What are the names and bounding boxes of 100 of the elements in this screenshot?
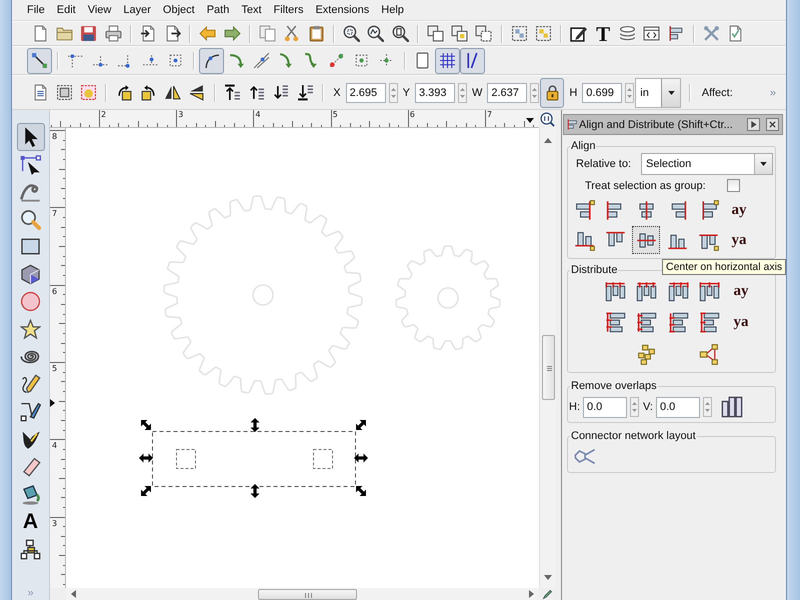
dashed-square[interactable] [176, 449, 196, 469]
menu-item[interactable]: Text [235, 4, 268, 16]
menu-item[interactable]: View [82, 4, 118, 16]
menu-item[interactable]: Extensions [309, 4, 376, 16]
network-graph-icon[interactable] [574, 448, 596, 465]
number-field[interactable]: 0.0 [583, 396, 627, 418]
dashed-frame-icon[interactable] [510, 25, 528, 42]
spaced-rows-icon[interactable] [604, 312, 626, 333]
diagonal-arrow-icon[interactable] [141, 420, 151, 430]
dashed-frame-icon[interactable] [56, 84, 73, 101]
blank-page-icon[interactable] [32, 25, 49, 42]
page-checkmark-icon[interactable] [727, 25, 744, 42]
align-button[interactable]: ay [725, 196, 753, 224]
scroll-down-icon[interactable] [544, 575, 552, 580]
magnifier-icon[interactable] [367, 25, 384, 42]
diagonal-arrow-icon[interactable] [356, 486, 366, 496]
text-tool-button[interactable]: T [590, 22, 616, 44]
magnifier-icon [20, 208, 41, 230]
number-field[interactable]: 2.695 [346, 82, 386, 102]
scroll-left-icon[interactable] [71, 590, 76, 598]
dashed-frame-icon[interactable] [534, 25, 552, 42]
snap-toggle-button[interactable] [435, 48, 460, 74]
spaced-columns-icon[interactable] [668, 280, 688, 302]
unit-dropdown[interactable]: in [635, 78, 682, 108]
overlapping-squares-icon[interactable] [426, 25, 444, 42]
menu-item[interactable]: Help [375, 4, 410, 16]
distribute-button[interactable]: ya [727, 308, 755, 336]
spaced-columns-icon[interactable] [699, 280, 720, 302]
dashed-square[interactable] [313, 449, 333, 469]
spaced-columns-icon[interactable] [604, 280, 626, 302]
flip-vertical-icon[interactable] [188, 84, 206, 101]
overlapping-squares-icon[interactable] [475, 25, 492, 42]
dashed-frame-icon[interactable] [80, 84, 98, 101]
up-arrow-lines-icon[interactable] [248, 84, 266, 101]
code-window-icon[interactable] [643, 25, 660, 42]
menu-item[interactable]: Path [200, 4, 236, 16]
vertical-arrow-icon[interactable] [250, 484, 260, 498]
page-lines-icon[interactable] [32, 84, 49, 101]
horizontal-arrow-icon[interactable] [139, 454, 153, 462]
folder-icon[interactable] [56, 25, 73, 42]
flip-horizontal-icon[interactable] [164, 84, 182, 101]
number-field[interactable]: 2.637 [487, 82, 528, 102]
scissors-icon[interactable] [283, 25, 300, 42]
lock-toggle-button[interactable] [540, 78, 564, 108]
spaced-rows-icon[interactable] [668, 312, 688, 333]
align-button[interactable] [632, 226, 660, 254]
close-button[interactable] [766, 118, 779, 131]
overlapping-squares-icon[interactable] [451, 25, 468, 42]
page-arrow-out-icon[interactable] [164, 25, 182, 42]
zoom-magnifier-icon[interactable] [540, 112, 555, 126]
scroll-right-icon[interactable] [529, 590, 534, 598]
tool-button[interactable] [16, 123, 44, 150]
field-label: H: [569, 401, 580, 413]
spaced-rows-icon[interactable] [636, 312, 657, 333]
snap-toggle-button[interactable] [199, 48, 224, 74]
clipboard-icon[interactable] [308, 25, 325, 42]
scattered-nodes-icon[interactable] [636, 344, 657, 364]
aligned-bars-icon[interactable] [667, 25, 684, 42]
stacked-sheets-icon[interactable] [618, 25, 636, 42]
align-button[interactable]: ya [725, 226, 753, 254]
tool-button[interactable]: A [16, 508, 44, 536]
arrow-to-bottom-icon[interactable] [296, 84, 314, 101]
horizontal-arrow-icon[interactable] [354, 454, 368, 462]
right-arrow-icon[interactable] [224, 25, 241, 42]
distribute-button[interactable]: ay [727, 277, 755, 305]
page-arrow-in-icon[interactable] [140, 25, 157, 42]
iconify-button[interactable] [747, 118, 760, 131]
spaced-rows-icon[interactable] [699, 312, 720, 333]
ruler-number: 5 [52, 364, 58, 373]
magnifier-icon[interactable] [392, 25, 408, 42]
pen-square-icon[interactable] [570, 25, 588, 42]
relative-to-dropdown[interactable]: Selection [641, 153, 773, 175]
left-arrow-icon[interactable] [199, 25, 216, 42]
menu-item[interactable]: Object [156, 4, 201, 16]
vertical-arrow-icon[interactable] [250, 418, 260, 432]
down-arrow-lines-icon[interactable] [272, 84, 290, 101]
diagonal-arrow-icon[interactable] [356, 420, 366, 430]
copy-pages-icon[interactable] [259, 25, 276, 42]
number-field[interactable]: 3.393 [414, 82, 455, 102]
checkbox[interactable] [727, 179, 740, 192]
snap-toggle-button[interactable] [460, 48, 485, 74]
menu-item[interactable]: Edit [50, 4, 82, 16]
three-bars-icon[interactable] [720, 396, 744, 418]
menu-item[interactable]: Layer [117, 4, 157, 16]
number-field[interactable]: 0.699 [582, 82, 622, 102]
connected-nodes-icon[interactable] [699, 344, 720, 364]
scroll-thumb[interactable] [542, 335, 554, 400]
menu-item[interactable]: Filters [268, 4, 310, 16]
arrow-to-top-icon[interactable] [224, 84, 241, 101]
magnifier-icon[interactable] [342, 25, 360, 42]
scroll-thumb[interactable] [258, 588, 357, 600]
diagonal-arrow-icon[interactable] [141, 486, 151, 496]
scroll-up-icon[interactable] [544, 138, 552, 143]
snap-toggle-button[interactable] [27, 48, 52, 74]
spaced-columns-icon[interactable] [636, 280, 657, 302]
number-field[interactable]: 0.0 [656, 396, 700, 418]
rotate-left-icon[interactable] [116, 84, 133, 101]
rotate-right-icon[interactable] [140, 84, 157, 101]
printer-icon[interactable] [104, 25, 122, 42]
menu-item[interactable]: File [21, 4, 51, 16]
